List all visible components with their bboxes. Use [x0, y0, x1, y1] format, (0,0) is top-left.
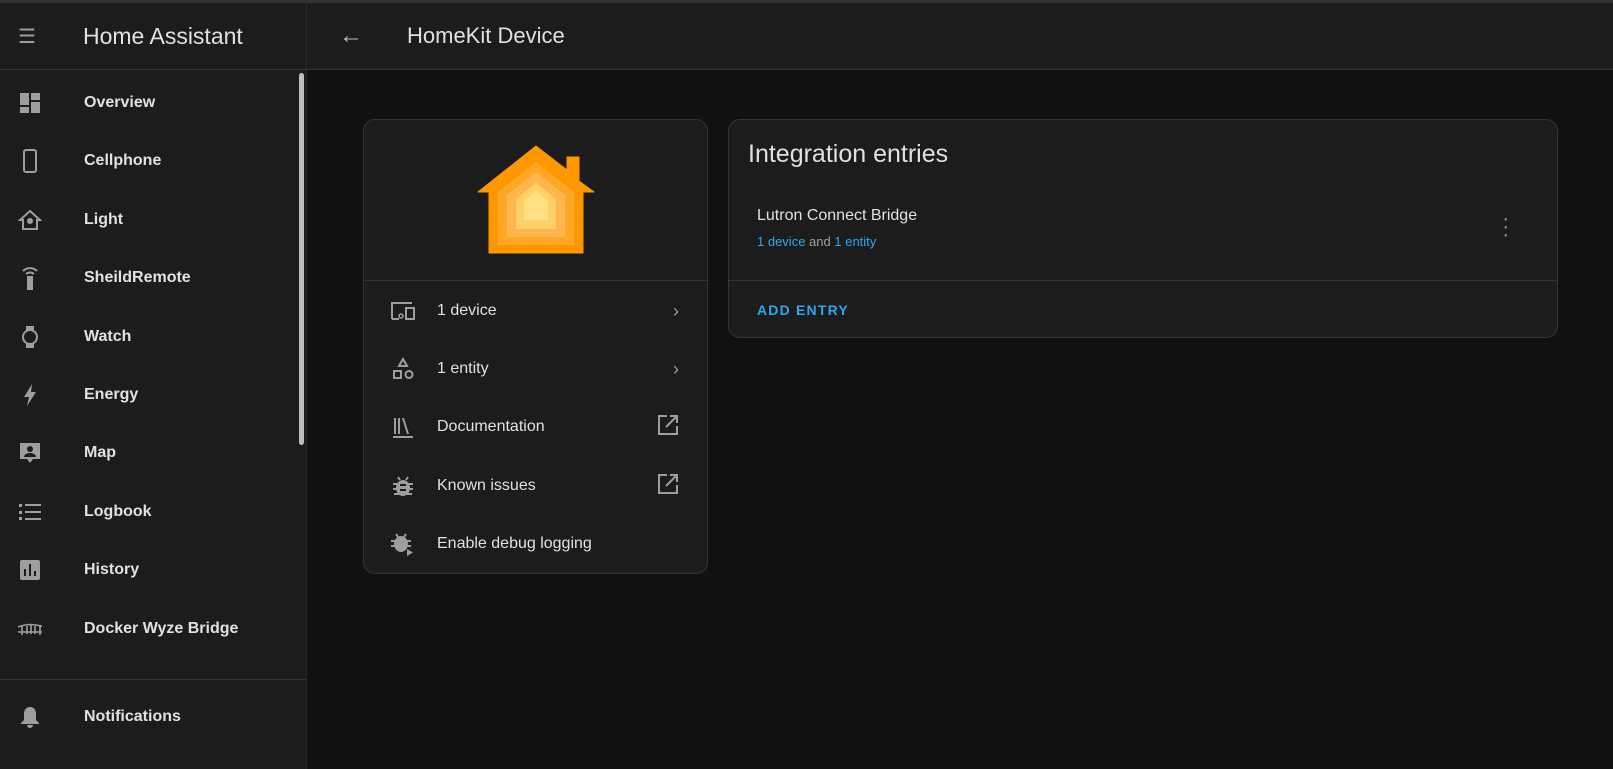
- add-entry-button[interactable]: ADD ENTRY: [757, 302, 849, 318]
- homekit-logo: [364, 120, 707, 281]
- map-account-icon: [18, 441, 42, 465]
- sidebar-item-label: SheildRemote: [84, 269, 191, 286]
- integration-info-card: 1 device › 1 entity › Documentation Known …: [363, 119, 708, 574]
- sidebar-item-cellphone[interactable]: Cellphone: [0, 137, 300, 185]
- sidebar-item-history[interactable]: History: [0, 546, 300, 594]
- entry-links: 1 device and 1 entity: [757, 234, 876, 249]
- sidebar-item-light[interactable]: Light: [0, 196, 300, 244]
- divider: [729, 280, 1557, 281]
- known-issues-link[interactable]: Known issues: [364, 461, 707, 511]
- watch-icon: [18, 325, 42, 349]
- enable-debug-logging[interactable]: Enable debug logging: [364, 519, 707, 569]
- sidebar-item-label: Notifications: [84, 708, 181, 725]
- sidebar-item-map[interactable]: Map: [0, 429, 300, 477]
- shape-icon: [390, 357, 416, 381]
- entry-entities-link[interactable]: 1 entity: [834, 234, 876, 249]
- sidebar-item-docker-wyze-bridge[interactable]: Docker Wyze Bridge: [0, 605, 300, 653]
- chart-box-icon: [18, 558, 42, 582]
- sidebar-item-label: Cellphone: [84, 152, 162, 169]
- divider: [0, 679, 306, 680]
- overflow-menu-icon[interactable]: · · ·: [1502, 209, 1509, 245]
- back-arrow-icon[interactable]: ←: [339, 22, 363, 50]
- integration-entries-card: Integration entries Lutron Connect Bridg…: [728, 119, 1558, 338]
- home-lightbulb-icon: [18, 208, 42, 232]
- sidebar-item-sheildremote[interactable]: SheildRemote: [0, 254, 300, 302]
- devices-row[interactable]: 1 device ›: [364, 286, 707, 336]
- row-label: 1 device: [437, 302, 497, 319]
- sidebar-item-energy[interactable]: Energy: [0, 371, 300, 419]
- sidebar: ☰ Home Assistant Overview Cellphone Ligh…: [0, 0, 307, 769]
- devices-icon: [390, 301, 416, 321]
- sidebar-item-label: Logbook: [84, 503, 152, 520]
- bug-play-icon: [390, 532, 416, 556]
- sidebar-item-logbook[interactable]: Logbook: [0, 488, 300, 536]
- sidebar-item-label: History: [84, 561, 140, 578]
- card-title: Integration entries: [748, 140, 949, 168]
- bookshelf-icon: [390, 415, 416, 439]
- sidebar-item-label: Light: [84, 211, 124, 228]
- sidebar-item-label: Overview: [84, 94, 156, 111]
- open-in-new-icon: [657, 414, 679, 441]
- sidebar-item-label: Docker Wyze Bridge: [84, 620, 239, 637]
- row-label: 1 entity: [437, 360, 489, 377]
- row-label: Enable debug logging: [437, 535, 592, 552]
- bug-icon: [390, 475, 416, 497]
- and-text: and: [809, 234, 831, 249]
- dashboard-icon: [18, 91, 42, 115]
- row-label: Documentation: [437, 418, 545, 435]
- entry-name[interactable]: Lutron Connect Bridge: [757, 207, 917, 225]
- sidebar-item-label: Map: [84, 444, 116, 461]
- chevron-right-icon: ›: [673, 358, 679, 379]
- row-label: Known issues: [437, 477, 536, 494]
- bridge-icon: [18, 617, 42, 641]
- sidebar-scrollbar[interactable]: [299, 73, 304, 445]
- app-title: Home Assistant: [83, 22, 243, 49]
- format-list-icon: [18, 500, 42, 524]
- sidebar-item-label: Watch: [84, 328, 132, 345]
- sidebar-item-label: Energy: [84, 386, 139, 403]
- menu-collapse-icon[interactable]: ☰: [18, 24, 42, 49]
- bell-icon: [18, 705, 42, 729]
- page-title: HomeKit Device: [407, 23, 565, 48]
- sidebar-item-overview[interactable]: Overview: [0, 79, 300, 127]
- top-bar: ← HomeKit Device: [307, 0, 1613, 70]
- entities-row[interactable]: 1 entity ›: [364, 344, 707, 394]
- remote-icon: [18, 266, 42, 290]
- documentation-link[interactable]: Documentation: [364, 402, 707, 452]
- chevron-right-icon: ›: [673, 300, 679, 321]
- sidebar-item-watch[interactable]: Watch: [0, 313, 300, 361]
- cellphone-icon: [18, 149, 42, 173]
- sidebar-header: ☰ Home Assistant: [0, 3, 306, 70]
- open-in-new-icon: [657, 473, 679, 500]
- lightning-bolt-icon: [18, 383, 42, 407]
- sidebar-item-notifications[interactable]: Notifications: [0, 693, 300, 741]
- entry-devices-link[interactable]: 1 device: [757, 234, 805, 249]
